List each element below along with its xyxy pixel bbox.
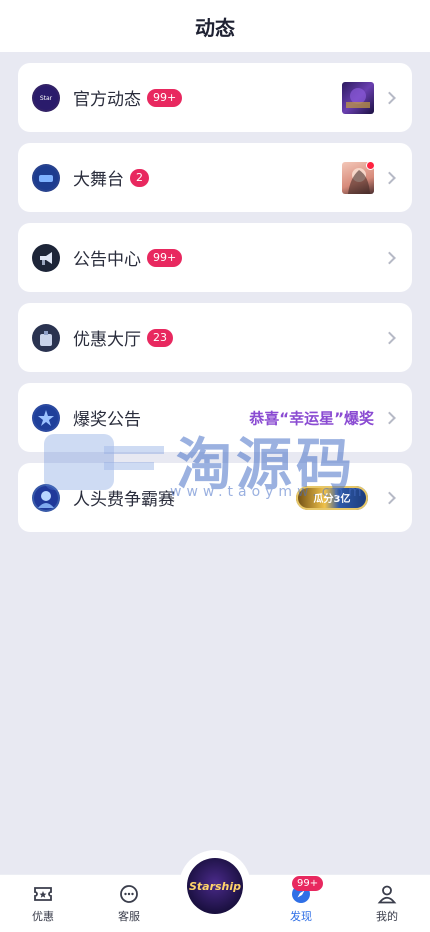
user-icon xyxy=(376,883,398,905)
new-content-dot xyxy=(366,160,375,170)
starship-logo-icon: Starship xyxy=(187,858,243,914)
starship-logo-icon: Star xyxy=(32,83,60,112)
center-logo-text: Starship xyxy=(188,879,242,893)
news-thumbnail xyxy=(342,81,374,114)
stage-logo-icon xyxy=(32,163,60,192)
list-item-label: 大舞台 xyxy=(73,170,124,190)
chat-bubble-icon xyxy=(118,883,140,905)
tournament-logo-icon xyxy=(32,483,60,512)
chevron-right-icon xyxy=(383,491,396,504)
list-item-headcount-tournament[interactable]: 人头费争霸赛 瓜分3亿 xyxy=(18,463,412,532)
tab-label: 客服 xyxy=(118,909,140,923)
list-item-label: 公告中心 xyxy=(73,250,141,270)
list-item-label: 优惠大厅 xyxy=(73,330,141,350)
list-item-jackpot-announcements[interactable]: 爆奖公告 恭喜“幸运星”爆奖 xyxy=(18,383,412,452)
tab-label: 优惠 xyxy=(32,909,54,923)
tab-profile[interactable]: 我的 xyxy=(344,874,430,932)
app-header: 动态 xyxy=(0,0,430,52)
stage-thumbnail xyxy=(342,160,375,194)
unread-badge: 2 xyxy=(130,168,149,187)
tab-label: 发现 xyxy=(290,909,312,923)
page-title: 动态 xyxy=(195,15,235,40)
chevron-right-icon xyxy=(383,411,396,424)
chevron-right-icon xyxy=(383,251,396,264)
list-item-label: 官方动态 xyxy=(73,90,141,110)
jackpot-icon xyxy=(32,403,60,432)
chevron-right-icon xyxy=(383,331,396,344)
megaphone-icon xyxy=(32,243,60,272)
list-item-label: 爆奖公告 xyxy=(73,410,141,430)
ticket-icon xyxy=(32,883,54,905)
gift-bag-icon xyxy=(32,323,60,352)
unread-badge: 23 xyxy=(147,328,173,347)
chevron-right-icon xyxy=(383,171,396,184)
center-logo-button[interactable]: Starship xyxy=(179,850,251,922)
chevron-right-icon xyxy=(383,91,396,104)
tab-home-center[interactable]: Starship xyxy=(172,850,258,932)
tab-unread-badge: 99+ xyxy=(292,876,324,891)
bottom-tab-bar: 优惠 客服 Starship 99+ 发现 我的 xyxy=(0,850,430,932)
unread-badge: 99+ xyxy=(147,248,183,267)
tab-discover[interactable]: 99+ 发现 xyxy=(258,874,344,932)
list-item-announcements[interactable]: 公告中心 99+ xyxy=(18,223,412,292)
list-item-stage[interactable]: 大舞台 2 xyxy=(18,143,412,212)
list-item-promotions-hall[interactable]: 优惠大厅 23 xyxy=(18,303,412,372)
tab-customer-service[interactable]: 客服 xyxy=(86,874,172,932)
list-item-label: 人头费争霸赛 xyxy=(73,490,175,510)
unread-badge: 99+ xyxy=(147,88,183,107)
svg-text:Star: Star xyxy=(40,95,53,102)
event-reward-badge: 瓜分3亿 xyxy=(296,485,368,510)
tab-promotions[interactable]: 优惠 xyxy=(0,874,86,932)
list-item-official-news[interactable]: Star 官方动态 99+ xyxy=(18,63,412,132)
jackpot-ticker-text: 恭喜“幸运星”爆奖 xyxy=(249,409,374,427)
tab-label: 我的 xyxy=(376,909,398,923)
feed-list: Star 官方动态 99+ 大舞台 2 公告中心 99+ 优惠大厅 23 爆奖公… xyxy=(0,52,430,532)
